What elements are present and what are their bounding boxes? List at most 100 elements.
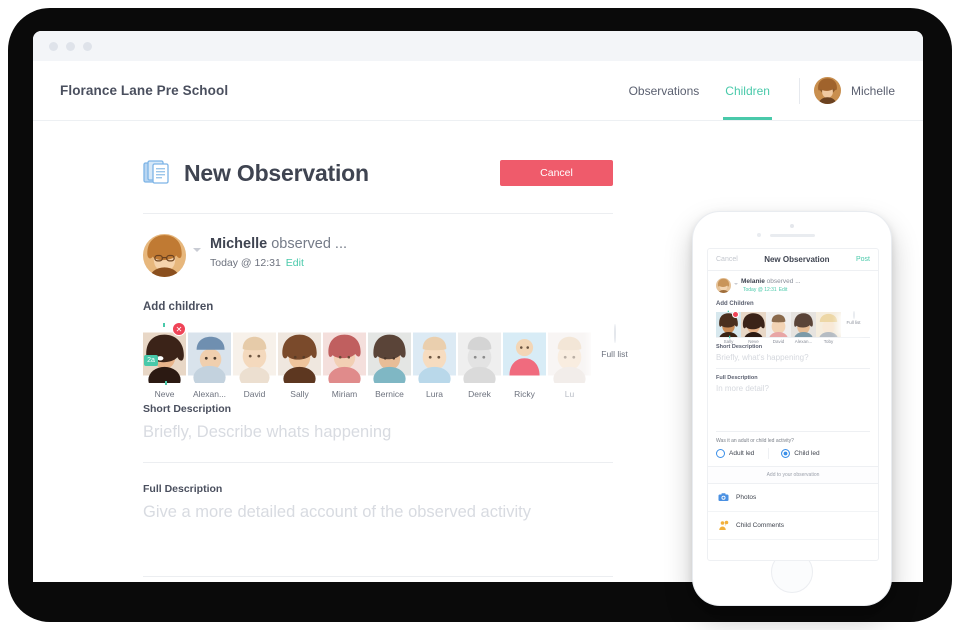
window-maximize-dot[interactable] — [83, 41, 92, 51]
nav-item-children[interactable]: Children — [712, 61, 783, 120]
phone-author-row: Melanie observed ... Today @ 12:31 Edit — [708, 271, 878, 293]
avatar — [368, 325, 411, 383]
avatar — [233, 325, 276, 383]
phone-child-name: Sally — [723, 339, 734, 344]
phone-camera-icon — [790, 224, 794, 228]
phone-sensor-icon — [757, 233, 761, 237]
author-meta: Today @ 12:31 Edit — [210, 257, 347, 269]
phone-activity-question: Was it an adult or child led activity? — [716, 438, 794, 444]
app-header: Florance Lane Pre School Observations Ch… — [33, 61, 923, 121]
phone-post-button[interactable]: Post — [856, 256, 870, 263]
full-list-label: Full list — [601, 349, 628, 359]
plus-icon — [852, 311, 855, 319]
phone-speaker-icon — [770, 234, 815, 237]
author-action-line: Michelle observed ... — [210, 236, 347, 252]
avatar — [766, 312, 791, 337]
radio-child-led[interactable]: Child led — [781, 449, 820, 458]
phone-action-child-comments[interactable]: Child Comments — [708, 512, 878, 540]
child-avatar-ricky[interactable]: Ricky — [503, 325, 546, 399]
phone-action-photos[interactable]: Photos — [708, 484, 878, 512]
phone-child-name: Alexan... — [794, 339, 813, 344]
short-description-label: Short Description — [143, 403, 232, 415]
short-description-input[interactable]: Briefly, Describe whats happening — [143, 423, 613, 460]
phone-author-info: Melanie observed ... Today @ 12:31 Edit — [741, 278, 801, 293]
child-avatar-miriam[interactable]: Miriam — [323, 325, 366, 399]
phone-full-list-label: Full list — [846, 320, 861, 325]
phone-timestamp: Today @ 12:31 — [743, 287, 777, 293]
avatar — [188, 325, 231, 383]
avatar — [323, 325, 366, 383]
observation-form: New Observation Cancel Michelle observed… — [143, 159, 636, 577]
author-info: Michelle observed ... Today @ 12:31 Edit — [210, 234, 347, 269]
child-name: Ricky — [514, 389, 535, 399]
phone-edit-link[interactable]: Edit — [779, 287, 788, 293]
child-avatar-david[interactable]: David — [233, 325, 276, 399]
window-minimize-dot[interactable] — [66, 41, 75, 51]
phone-full-description-field: Full Description In more detail? — [708, 369, 878, 431]
chevron-down-icon[interactable] — [734, 283, 738, 285]
user-menu[interactable]: Michelle — [813, 77, 895, 104]
phone-child-name: Neve — [748, 339, 759, 344]
phone-child-avatar-neve[interactable]: Neve — [741, 312, 766, 344]
full-list-button[interactable]: Full list — [593, 324, 636, 383]
window-close-dot[interactable] — [49, 41, 58, 51]
avatar — [791, 312, 816, 337]
radio-divider — [768, 448, 770, 459]
child-name: Sally — [290, 389, 309, 399]
radio-adult-led[interactable]: Adult led — [716, 449, 754, 458]
school-name: Florance Lane Pre School — [60, 83, 229, 98]
phone-add-section-header: Add to your observation — [708, 466, 878, 484]
child-avatar-neve[interactable]: 2a ✕ Neve — [143, 322, 186, 399]
author-name: Michelle — [210, 236, 268, 252]
phone-activity-radio-group: Adult led Child led — [708, 444, 878, 466]
page-title: New Observation — [184, 159, 369, 186]
child-name: Miriam — [331, 389, 358, 399]
child-avatar-lu[interactable]: Lu — [548, 325, 591, 399]
child-name: David — [243, 389, 266, 399]
add-children-label: Add children — [143, 301, 214, 313]
phone-child-avatar-david[interactable]: David — [766, 312, 791, 344]
phone-author-meta: Today @ 12:31 Edit — [741, 287, 801, 293]
radio-label: Child led — [794, 450, 820, 457]
nav-item-observations[interactable]: Observations — [616, 61, 713, 120]
plus-icon — [613, 324, 616, 343]
phone-full-description-input[interactable]: In more detail? — [716, 384, 870, 431]
phone-child-avatar-toby[interactable]: Toby — [816, 312, 841, 344]
cancel-button[interactable]: Cancel — [500, 160, 613, 186]
avatar — [816, 312, 841, 337]
child-name: Derek — [468, 389, 491, 399]
nav-divider — [798, 77, 800, 104]
child-avatar-alexan[interactable]: Alexan... — [188, 325, 231, 399]
phone-full-list-button[interactable]: Full list — [841, 311, 866, 337]
avatar-michelle-icon — [813, 77, 841, 104]
child-avatar-derek[interactable]: Derek — [458, 325, 501, 399]
phone-action-label: Child Comments — [736, 522, 785, 529]
phone-short-description-input[interactable]: Briefly, what's happening? — [716, 353, 870, 368]
browser-titlebar — [33, 31, 923, 61]
phone-full-description-label: Full Description — [716, 375, 758, 381]
child-name: Lura — [425, 389, 443, 399]
phone-child-avatar-alexan[interactable]: Alexan... — [791, 312, 816, 344]
radio-label: Adult led — [729, 450, 755, 457]
avatar — [813, 77, 841, 104]
child-avatar-lura[interactable]: Lura — [413, 325, 456, 399]
phone-child-avatar-sally[interactable]: Sally — [716, 311, 741, 344]
children-avatar-row: 2a ✕ Neve Alexan... David Sally Miriam B… — [143, 322, 636, 399]
phone-cancel-button[interactable]: Cancel — [716, 256, 738, 263]
phone-short-description-label: Short Description — [716, 344, 763, 350]
child-avatar-bernice[interactable]: Bernice — [368, 325, 411, 399]
main-nav: Observations Children Michelle — [616, 61, 895, 120]
radio-icon — [716, 449, 725, 458]
chevron-down-icon[interactable] — [193, 248, 201, 252]
full-description-input[interactable]: Give a more detailed account of the obse… — [143, 503, 613, 540]
phone-screen: Cancel New Observation Post Melanie obse… — [707, 248, 879, 561]
avatar — [458, 325, 501, 383]
close-icon[interactable]: ✕ — [172, 322, 186, 336]
avatar — [143, 234, 186, 277]
child-avatar-sally[interactable]: Sally — [278, 325, 321, 399]
avatar — [548, 325, 591, 383]
edit-link[interactable]: Edit — [286, 257, 304, 269]
close-icon[interactable] — [732, 311, 739, 318]
avatar — [278, 325, 321, 383]
avatar — [413, 325, 456, 383]
